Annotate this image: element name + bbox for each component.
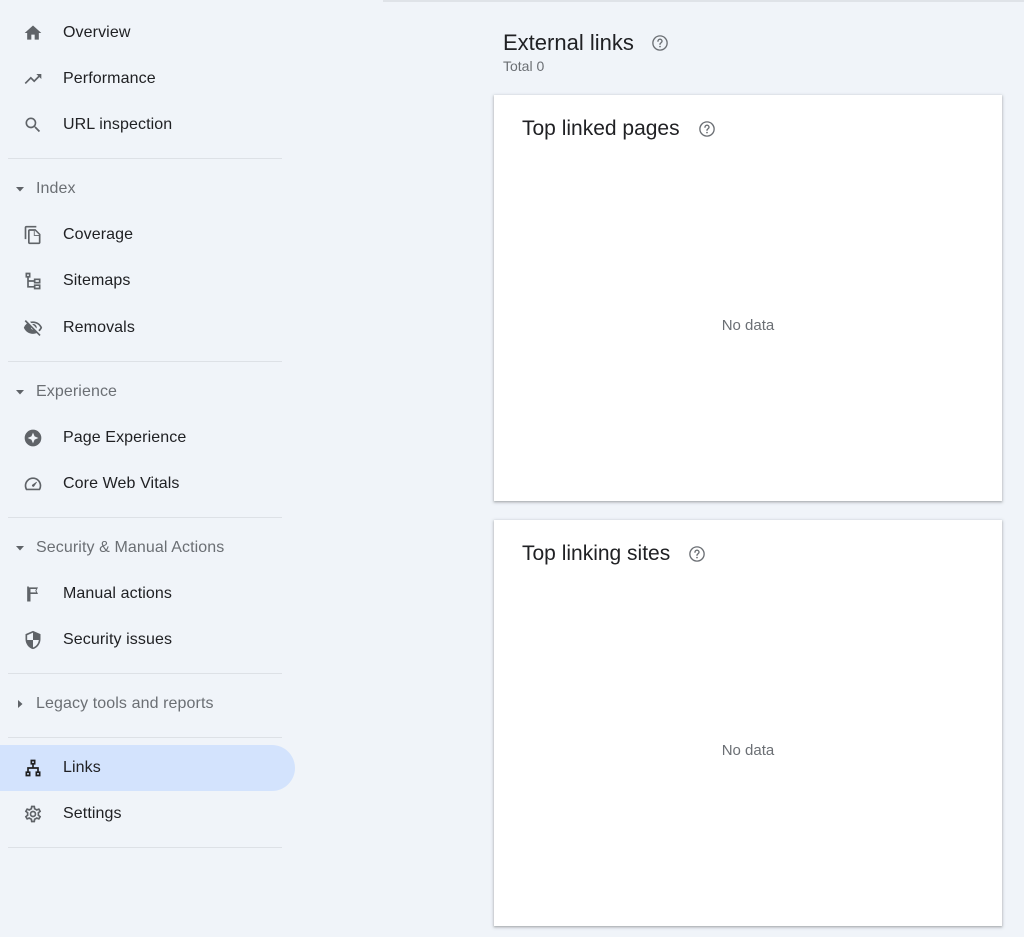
header-divider	[383, 0, 1024, 2]
section-header-index[interactable]: Index	[0, 169, 290, 209]
sidebar-item-page-experience[interactable]: Page Experience	[0, 415, 295, 461]
section-header-label: Experience	[36, 383, 118, 400]
sidebar-divider	[8, 361, 282, 362]
top-linking-sites-card: Top linking sites No data	[494, 520, 1002, 926]
card-header: Top linked pages	[522, 117, 716, 141]
copy-pages-icon	[22, 224, 44, 246]
caret-right-icon	[14, 698, 26, 710]
sidebar-item-core-web-vitals[interactable]: Core Web Vitals	[0, 461, 295, 507]
sidebar-item-settings[interactable]: Settings	[0, 791, 295, 837]
total-count: Total 0	[503, 58, 545, 74]
sidebar-item-label: Core Web Vitals	[63, 475, 180, 492]
section-header-label: Legacy tools and reports	[36, 695, 214, 712]
help-icon[interactable]	[698, 120, 716, 138]
help-icon[interactable]	[651, 34, 669, 52]
sidebar-divider	[8, 673, 282, 674]
sidebar: Overview Performance URL inspection Inde…	[0, 0, 296, 937]
sidebar-divider	[8, 517, 282, 518]
sidebar-item-label: Performance	[63, 70, 156, 87]
no-data-message: No data	[721, 742, 775, 759]
no-data-message: No data	[721, 317, 775, 334]
page-title: External links	[503, 30, 634, 55]
sidebar-divider	[8, 847, 282, 848]
sidebar-item-label: Manual actions	[63, 585, 173, 602]
sidebar-item-label: Sitemaps	[63, 272, 131, 289]
sidebar-item-performance[interactable]: Performance	[0, 56, 295, 102]
card-title: Top linking sites	[522, 542, 671, 565]
shield-icon	[22, 629, 44, 651]
sidebar-item-label: Removals	[63, 319, 135, 336]
flag-icon	[22, 583, 44, 605]
card-title: Top linked pages	[522, 117, 680, 140]
speedometer-icon	[22, 473, 44, 495]
sidebar-item-label: URL inspection	[63, 116, 173, 133]
sidebar-divider	[8, 158, 282, 159]
sitemap-icon	[22, 270, 44, 292]
section-header-experience[interactable]: Experience	[0, 372, 290, 412]
section-header-security[interactable]: Security & Manual Actions	[0, 528, 290, 568]
sidebar-item-sitemaps[interactable]: Sitemaps	[0, 258, 295, 304]
caret-down-icon	[14, 542, 26, 554]
sidebar-item-coverage[interactable]: Coverage	[0, 212, 295, 258]
help-icon[interactable]	[688, 545, 706, 563]
sidebar-item-label: Security issues	[63, 631, 173, 648]
sidebar-item-url-inspection[interactable]: URL inspection	[0, 102, 295, 148]
eye-off-icon	[22, 317, 44, 339]
section-header-label: Index	[36, 180, 76, 197]
sidebar-item-security-issues[interactable]: Security issues	[0, 617, 295, 663]
sidebar-item-overview[interactable]: Overview	[0, 10, 295, 56]
sidebar-item-manual-actions[interactable]: Manual actions	[0, 571, 295, 617]
section-header-label: Security & Manual Actions	[36, 539, 225, 556]
caret-down-icon	[14, 183, 26, 195]
links-icon	[22, 757, 44, 779]
card-header: Top linking sites	[522, 542, 706, 566]
trending-up-icon	[22, 68, 44, 90]
search-icon	[22, 114, 44, 136]
sidebar-item-links[interactable]: Links	[0, 745, 295, 791]
sidebar-item-label: Coverage	[63, 226, 134, 243]
sidebar-item-label: Overview	[63, 24, 131, 41]
sidebar-item-label: Page Experience	[63, 429, 187, 446]
section-header-legacy-tools[interactable]: Legacy tools and reports	[0, 684, 290, 724]
sidebar-divider	[8, 737, 282, 738]
sidebar-item-label: Settings	[63, 805, 122, 822]
sidebar-item-removals[interactable]: Removals	[0, 305, 295, 351]
caret-down-icon	[14, 386, 26, 398]
page-experience-icon	[22, 427, 44, 449]
sidebar-item-label: Links	[63, 759, 101, 776]
top-linked-pages-card: Top linked pages No data	[494, 95, 1002, 501]
home-icon	[22, 22, 44, 44]
gear-icon	[22, 803, 44, 825]
page-heading: External links	[503, 30, 669, 56]
